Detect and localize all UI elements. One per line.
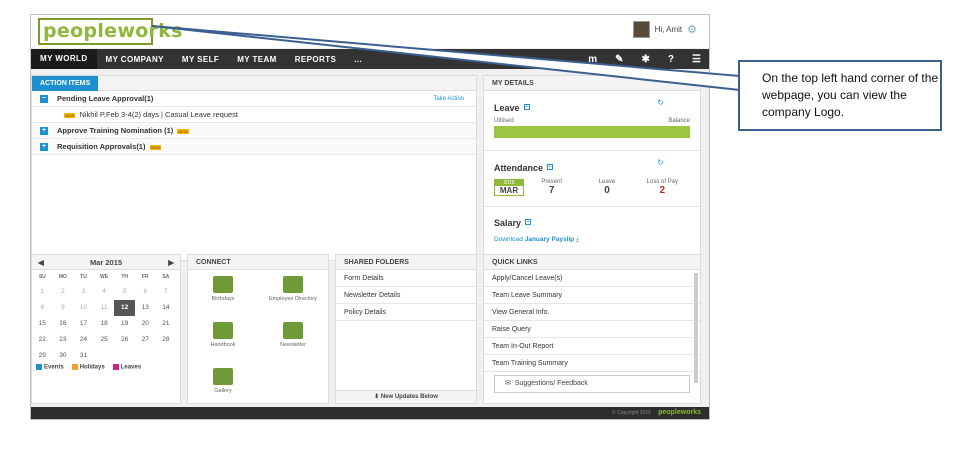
callout-box: On the top left hand corner of the webpa… <box>738 60 942 131</box>
